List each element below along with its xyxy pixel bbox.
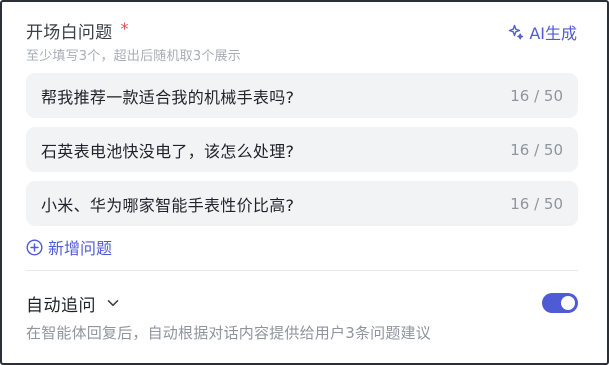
add-question-button[interactable]: 新增问题 xyxy=(26,235,112,259)
question-input-2[interactable]: 石英表电池快没电了，该怎么处理? 16 / 50 xyxy=(26,127,578,172)
auto-followup-description: 在智能体回复后，自动根据对话内容提供给用户3条问题建议 xyxy=(26,324,431,342)
add-question-label: 新增问题 xyxy=(48,239,113,258)
auto-followup-row: 自动追问 xyxy=(26,290,578,316)
char-counter: 16 / 50 xyxy=(510,140,563,159)
auto-followup-section: 自动追问 在智能体回复后，自动根据对话内容提供给用户3条问题建议 xyxy=(26,290,578,343)
auto-followup-title: 自动追问 xyxy=(26,295,96,316)
section-header: 开场白问题 * 至少填写3个，超出后随机取3个展示 AI生成 xyxy=(26,18,577,65)
title-row: 开场白问题 * xyxy=(26,18,577,43)
opening-questions-panel: 开场白问题 * 至少填写3个，超出后随机取3个展示 AI生成 帮我推荐一款适合我… xyxy=(0,0,609,365)
question-text: 石英表电池快没电了，该怎么处理? xyxy=(41,141,295,161)
ai-generate-button[interactable]: AI生成 xyxy=(508,20,577,44)
question-text: 帮我推荐一款适合我的机械手表吗? xyxy=(41,87,295,107)
question-list: 帮我推荐一款适合我的机械手表吗? 16 / 50 石英表电池快没电了，该怎么处理… xyxy=(26,73,578,235)
sparkle-icon xyxy=(508,24,529,40)
question-input-1[interactable]: 帮我推荐一款适合我的机械手表吗? 16 / 50 xyxy=(26,73,578,118)
required-mark: * xyxy=(120,18,129,38)
plus-circle-icon xyxy=(26,238,48,256)
char-counter: 16 / 50 xyxy=(510,86,563,105)
section-subtitle: 至少填写3个，超出后随机取3个展示 xyxy=(26,49,241,64)
ai-generate-label: AI生成 xyxy=(529,24,577,43)
section-title: 开场白问题 xyxy=(26,22,113,43)
chevron-down-icon[interactable] xyxy=(106,296,120,310)
toggle-knob xyxy=(561,296,575,310)
divider xyxy=(26,270,578,271)
question-input-3[interactable]: 小米、华为哪家智能手表性价比高? 16 / 50 xyxy=(26,181,578,226)
auto-followup-toggle[interactable] xyxy=(542,293,578,313)
question-text: 小米、华为哪家智能手表性价比高? xyxy=(41,195,295,215)
char-counter: 16 / 50 xyxy=(510,194,563,213)
